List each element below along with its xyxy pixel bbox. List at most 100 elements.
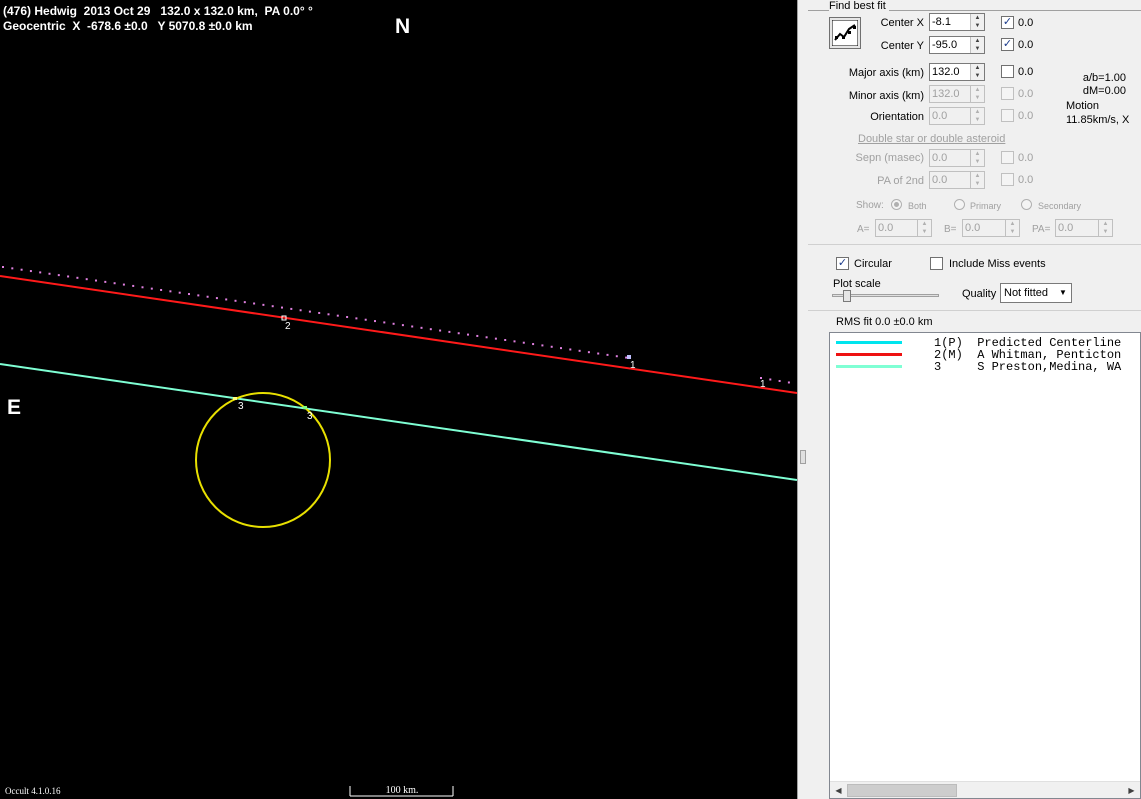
minor-axis-fit-value: 0.0 xyxy=(1018,88,1034,100)
up-arrow-icon[interactable]: ▲ xyxy=(971,64,984,72)
predicted-path-dot xyxy=(346,316,349,319)
center-y-fit-checkbox[interactable]: ✓ xyxy=(1001,38,1014,51)
major-axis-fit-checkbox[interactable] xyxy=(1001,65,1014,78)
center-x-stepper[interactable]: ▲ ▼ xyxy=(970,14,984,30)
up-arrow-icon: ▲ xyxy=(1009,221,1016,227)
predicted-path-dot xyxy=(85,278,88,281)
chord-line-preston xyxy=(0,363,797,481)
ab-ratio: a/b=1.00 xyxy=(1082,72,1126,84)
center-y-label: Center Y xyxy=(880,40,924,52)
up-arrow-icon: ▲ xyxy=(974,109,981,115)
predicted-path-dot xyxy=(787,381,790,384)
up-arrow-icon: ▲ xyxy=(1102,221,1109,227)
sepn-fit-checkbox xyxy=(1001,151,1014,164)
predicted-path-dot xyxy=(467,333,469,336)
down-arrow-icon[interactable]: ▼ xyxy=(971,22,984,30)
circular-checkbox[interactable]: ✓ xyxy=(836,257,849,270)
predicted-path-dot xyxy=(262,303,265,306)
center-x-fit-value: 0.0 xyxy=(1018,17,1034,29)
predicted-path-dot xyxy=(769,378,772,381)
predicted-path-dot xyxy=(225,298,228,301)
predicted-path-dot xyxy=(132,284,135,287)
center-x-label: Center X xyxy=(880,17,924,29)
motion-value: 11.85km/s, X xyxy=(1066,114,1130,126)
predicted-path-dot xyxy=(20,268,23,271)
slider-thumb[interactable] xyxy=(843,290,851,302)
center-x-fit-checkbox[interactable]: ✓ xyxy=(1001,16,1014,29)
predicted-path-dot xyxy=(615,355,618,358)
major-axis-input[interactable]: ▲▼ xyxy=(929,63,985,81)
predicted-path-dot xyxy=(522,341,525,344)
center-y-field[interactable] xyxy=(930,37,970,53)
orientation-stepper: ▲ ▼ xyxy=(970,108,984,124)
predicted-path-dot xyxy=(57,274,60,277)
chord-line-whitman xyxy=(0,275,797,394)
down-arrow-icon: ▼ xyxy=(974,181,981,187)
occultation-plot[interactable]: 2 1 1 3 3 (476) Hedwig 2013 Oct 29 132.0 x 1… xyxy=(0,0,797,799)
show-secondary-label: Secondary xyxy=(1038,201,1082,211)
include-miss-checkbox[interactable] xyxy=(930,257,943,270)
circular-label: Circular xyxy=(854,258,892,270)
north-label: N xyxy=(395,15,411,38)
up-arrow-icon[interactable]: ▲ xyxy=(971,14,984,22)
event-marker xyxy=(303,406,307,409)
predicted-path-dot xyxy=(253,302,256,305)
legend-row[interactable]: 3 S Preston,Medina, WA xyxy=(830,361,1140,373)
predicted-path-dot xyxy=(448,330,451,333)
major-axis-stepper[interactable]: ▲ ▼ xyxy=(970,64,984,80)
predicted-path-dot xyxy=(243,301,246,304)
pa-stepper: ▲ ▼ xyxy=(1098,220,1112,236)
pa-2nd-label: PA of 2nd xyxy=(877,175,924,187)
legend-swatch xyxy=(836,353,902,356)
orientation-fit-value: 0.0 xyxy=(1018,110,1034,122)
center-y-stepper[interactable]: ▲ ▼ xyxy=(970,37,984,53)
predicted-path-dot xyxy=(364,318,367,321)
predicted-path-dot xyxy=(29,270,32,273)
center-x-input[interactable]: ▲▼ xyxy=(929,13,985,31)
predicted-path-dot xyxy=(141,286,144,289)
plot-header-geocentric: Geocentric X -678.6 ±0.0 Y 5070.8 ±0.0 k… xyxy=(3,19,253,33)
predicted-path-dot xyxy=(169,290,172,293)
predicted-path-dot xyxy=(150,287,153,290)
major-axis-field[interactable] xyxy=(930,64,970,80)
event-marker xyxy=(627,355,631,359)
double-star-link[interactable]: Double star or double asteroid xyxy=(858,133,1005,145)
predicted-path-dot xyxy=(439,329,442,332)
predicted-path-dot xyxy=(188,293,190,296)
predicted-path-dot xyxy=(197,294,200,297)
orientation-fit-checkbox xyxy=(1001,109,1014,122)
orientation-input: ▲▼ xyxy=(929,107,985,125)
down-arrow-icon[interactable]: ▼ xyxy=(971,45,984,53)
predicted-path-dot xyxy=(420,326,423,329)
center-y-input[interactable]: ▲▼ xyxy=(929,36,985,54)
legend-swatch xyxy=(836,365,902,368)
down-arrow-icon[interactable]: ▼ xyxy=(971,72,984,80)
chord-number-label: 3 xyxy=(238,401,244,412)
predicted-path-dot xyxy=(76,276,79,279)
splitter-grip[interactable] xyxy=(800,450,806,464)
find-best-fit-button[interactable] xyxy=(829,17,861,49)
chevron-down-icon[interactable]: ▼ xyxy=(1055,284,1071,302)
up-arrow-icon[interactable]: ▲ xyxy=(971,37,984,45)
sepn-input: ▲▼ xyxy=(929,149,985,167)
predicted-path-dot xyxy=(429,328,432,331)
scroll-right-icon[interactable]: ▶ xyxy=(1123,782,1140,798)
minor-axis-fit-checkbox xyxy=(1001,87,1014,100)
predicted-path-dot xyxy=(271,305,274,308)
scrollbar-thumb[interactable] xyxy=(847,784,957,797)
scale-bar-label: 100 km. xyxy=(385,785,419,796)
scroll-left-icon[interactable]: ◀ xyxy=(830,782,847,798)
legend-horizontal-scrollbar[interactable]: ◀ ▶ xyxy=(830,781,1140,798)
delta-magnitude: dM=0.00 xyxy=(1082,85,1126,97)
predicted-path-dot xyxy=(299,309,302,312)
center-x-field[interactable] xyxy=(930,14,970,30)
find-best-fit-label: Find best fit xyxy=(829,0,889,12)
b-field xyxy=(963,220,1005,236)
quality-select[interactable]: Not fitted ▼ xyxy=(1000,283,1072,303)
down-arrow-icon: ▼ xyxy=(974,159,981,165)
plot-scale-slider[interactable] xyxy=(832,290,939,304)
section-divider xyxy=(808,310,1141,311)
panel-splitter[interactable] xyxy=(797,0,808,799)
minor-axis-label: Minor axis (km) xyxy=(848,90,924,102)
orientation-label: Orientation xyxy=(870,111,924,123)
